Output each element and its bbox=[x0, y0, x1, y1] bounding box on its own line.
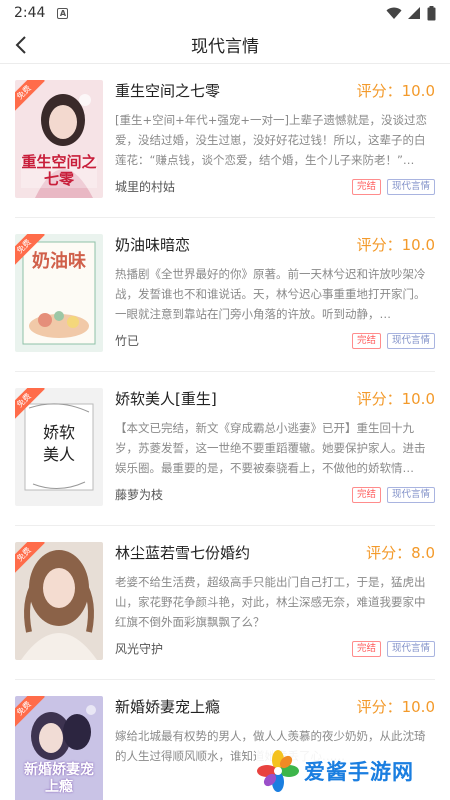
back-button[interactable] bbox=[10, 34, 32, 56]
cover-title: 重生空间之七零 bbox=[21, 153, 97, 188]
book-cover[interactable]: 娇软美人 免费 bbox=[15, 388, 103, 506]
genre-tag: 现代言情 bbox=[386, 640, 435, 657]
status-tag: 完结 bbox=[351, 486, 381, 503]
book-title[interactable]: 娇软美人[重生] bbox=[115, 388, 357, 409]
book-info: 奶油味暗恋 评分：10.0 热播剧《全世界最好的你》原著。前一天林兮迟和许放吵架… bbox=[115, 234, 435, 371]
status-tag: 完结 bbox=[351, 178, 381, 195]
status-icons bbox=[386, 5, 436, 21]
chevron-left-icon bbox=[15, 36, 26, 54]
book-title[interactable]: 奶油味暗恋 bbox=[115, 234, 357, 255]
signal-icon bbox=[408, 6, 420, 19]
book-item[interactable]: 重生空间之七零 免费 重生空间之七零 评分：10.0 [重生+空间+年代+强宠+… bbox=[15, 64, 435, 218]
book-cover[interactable]: 重生空间之七零 免费 bbox=[15, 80, 103, 198]
genre-tag: 现代言情 bbox=[386, 332, 435, 349]
book-cover[interactable]: 新婚娇妻宠上瘾 免费 bbox=[15, 696, 103, 800]
book-item[interactable]: 娇软美人 免费 娇软美人[重生] 评分：10.0 【本文已完结，新文《穿成霸总小… bbox=[15, 372, 435, 526]
wifi-icon bbox=[386, 7, 402, 19]
status-tag: 完结 bbox=[351, 640, 381, 657]
book-list: 重生空间之七零 免费 重生空间之七零 评分：10.0 [重生+空间+年代+强宠+… bbox=[0, 64, 450, 800]
watermark: 爱酱手游网 bbox=[256, 746, 444, 796]
notification-a-icon: A bbox=[57, 7, 69, 19]
book-score: 评分：8.0 bbox=[366, 544, 435, 562]
book-item[interactable]: 免费 林尘蓝若雪七份婚约 评分：8.0 老婆不给生活费，超级高手只能出门自己打工… bbox=[15, 526, 435, 680]
book-score: 评分：10.0 bbox=[356, 390, 435, 408]
cover-title: 奶油味 bbox=[32, 251, 86, 272]
book-cover[interactable]: 免费 bbox=[15, 542, 103, 660]
book-description: 【本文已完结，新文《穿成霸总小逃妻》已开】重生回十九岁，苏菱发誓，这一世绝不要重… bbox=[115, 421, 426, 475]
pinwheel-logo-icon bbox=[257, 750, 299, 792]
book-author: 城里的村姑 bbox=[115, 180, 176, 194]
status-tag: 完结 bbox=[351, 332, 381, 349]
book-author: 竹已 bbox=[115, 334, 140, 348]
book-score: 评分：10.0 bbox=[356, 236, 435, 254]
genre-tag: 现代言情 bbox=[386, 486, 435, 503]
book-description: 老婆不给生活费，超级高手只能出门自己打工，于是，猛虎出山，家花野花争颜斗艳，对此… bbox=[115, 575, 426, 629]
book-title[interactable]: 林尘蓝若雪七份婚约 bbox=[115, 542, 366, 563]
nav-bar: 现代言情 bbox=[0, 26, 450, 64]
status-bar: 2:44 A bbox=[0, 0, 450, 26]
battery-icon bbox=[427, 5, 436, 20]
book-info: 林尘蓝若雪七份婚约 评分：8.0 老婆不给生活费，超级高手只能出门自己打工，于是… bbox=[115, 542, 435, 679]
watermark-text: 爱酱手游网 bbox=[304, 760, 414, 784]
book-cover[interactable]: 奶油味 免费 bbox=[15, 234, 103, 352]
book-score: 评分：10.0 bbox=[356, 82, 435, 100]
cover-title: 娇软美人 bbox=[42, 423, 75, 464]
cover-title: 新婚娇妻宠上瘾 bbox=[24, 762, 94, 795]
book-author: 藤萝为枝 bbox=[115, 488, 164, 502]
page-title: 现代言情 bbox=[191, 37, 259, 57]
book-description: 热播剧《全世界最好的你》原著。前一天林兮迟和许放吵架冷战，发誓谁也不和谁说话。天… bbox=[115, 267, 426, 321]
status-time: 2:44 bbox=[14, 5, 46, 21]
genre-tag: 现代言情 bbox=[386, 178, 435, 195]
book-title[interactable]: 新婚娇妻宠上瘾 bbox=[115, 696, 357, 717]
book-score: 评分：10.0 bbox=[356, 698, 435, 716]
book-description: [重生+空间+年代+强宠+一对一]上辈子遗憾就是，没谈过恋爱，没结过婚，没生过崽… bbox=[115, 113, 428, 167]
book-author: 风光守护 bbox=[115, 642, 164, 656]
book-info: 重生空间之七零 评分：10.0 [重生+空间+年代+强宠+一对一]上辈子遗憾就是… bbox=[115, 80, 435, 217]
book-info: 娇软美人[重生] 评分：10.0 【本文已完结，新文《穿成霸总小逃妻》已开】重生… bbox=[115, 388, 435, 525]
book-title[interactable]: 重生空间之七零 bbox=[115, 80, 357, 101]
book-item[interactable]: 奶油味 免费 奶油味暗恋 评分：10.0 热播剧《全世界最好的你》原著。前一天林… bbox=[15, 218, 435, 372]
